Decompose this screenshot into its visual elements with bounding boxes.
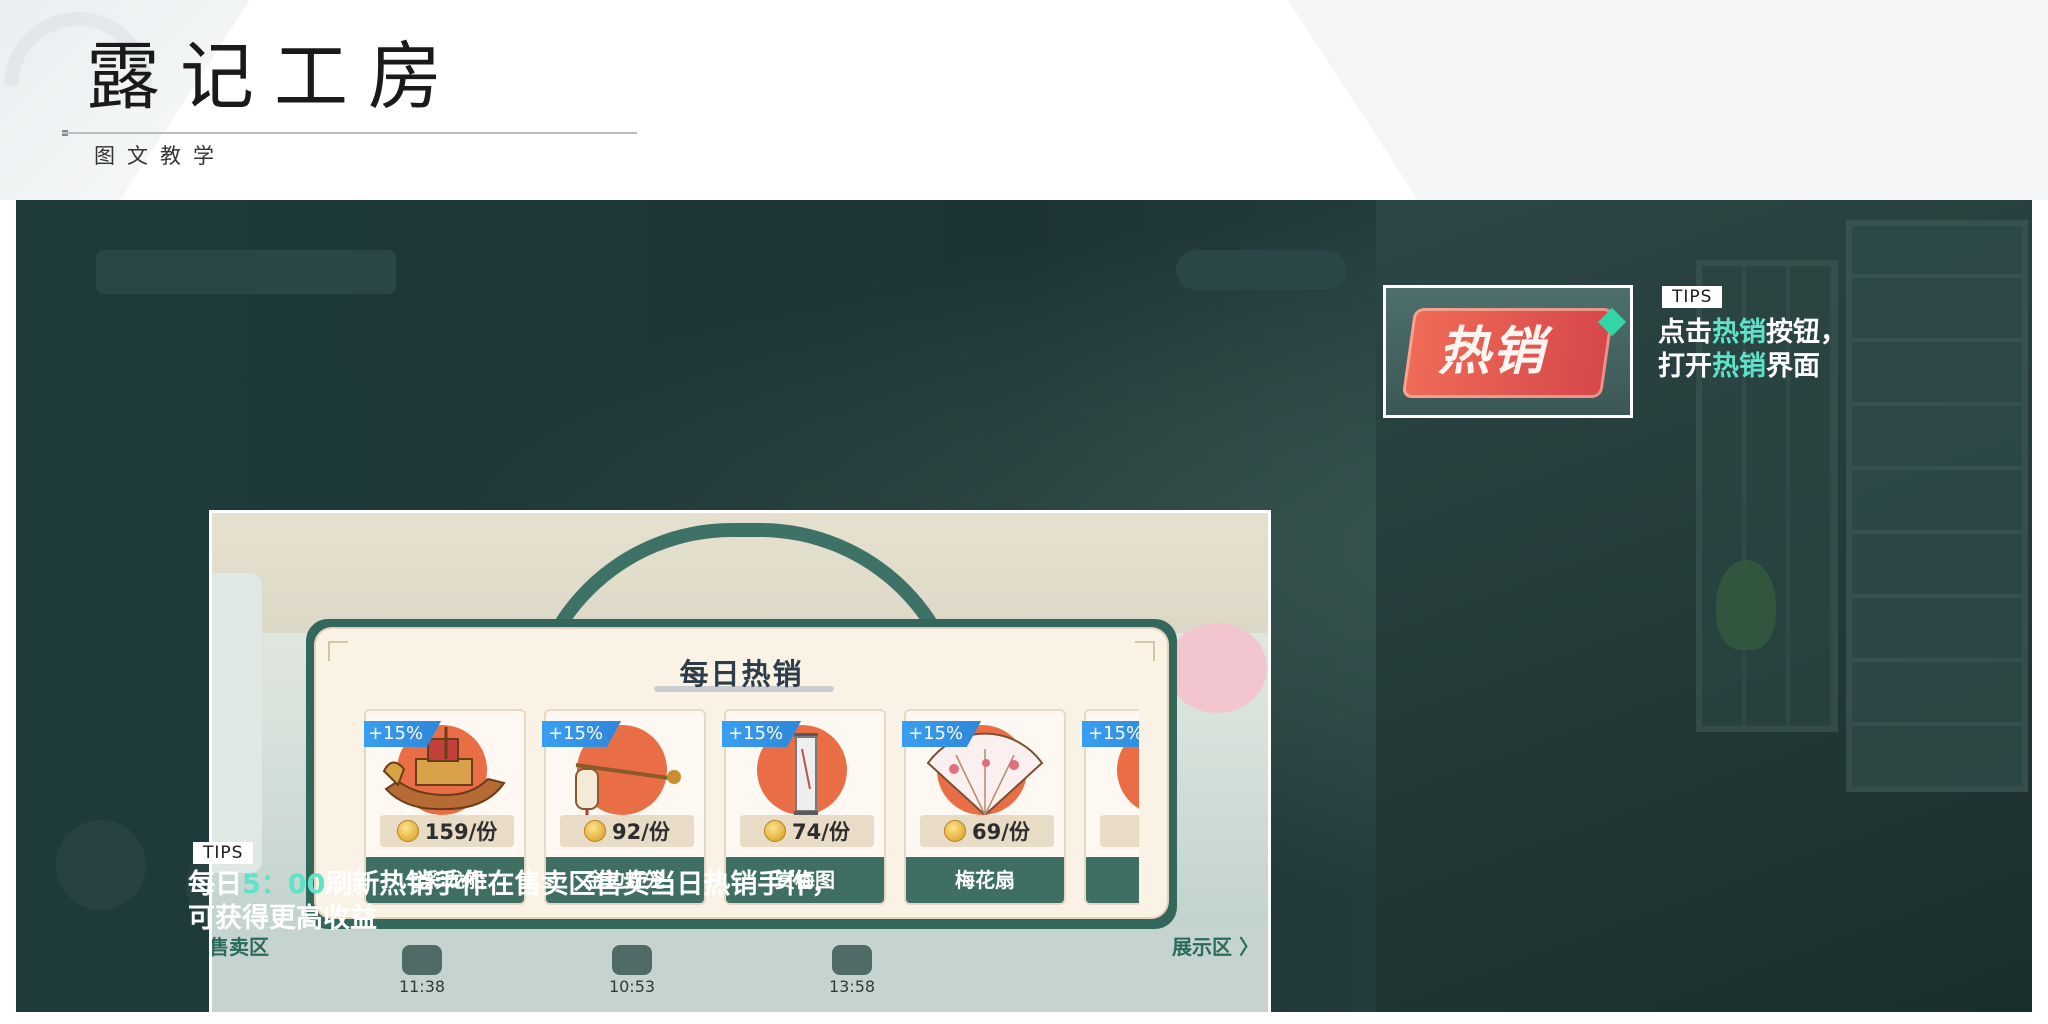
panel-title: 每日热销 [679,657,804,691]
display-area-nav[interactable]: 展示区 〉 [1172,931,1259,960]
page-title: 露记工房 [86,34,462,120]
item-price-text: 74/份 [792,820,850,844]
timer-text: 13:58 [828,977,876,996]
background-back-bar [96,250,396,294]
tip-text: 点击 [1658,317,1712,348]
header-decoration-right [1288,0,2048,200]
timer-text: 11:38 [398,977,446,996]
craft-item-icon [612,945,652,975]
background-currency-bar [1176,250,1346,290]
tip-text: 刷新热销手作在售卖区售卖当日热销手作， [325,869,839,900]
item-price-text: 159/份 [424,820,498,844]
crafting-slot[interactable]: 13:58 [822,945,882,1005]
tip-highlight: 热销 [1712,317,1766,348]
tip-line-1: 点击热销按钮， [1658,316,1847,350]
left-dock [212,573,262,873]
coin-icon [396,820,419,842]
background-circle-button [56,820,146,910]
crafting-timers: 11:38 10:53 13:58 [392,945,992,1005]
item-price: 74/份 [740,815,874,847]
tip-line-2: 可获得更高收益 [188,903,377,934]
tip-line-1: 每日5：00刷新热销手作在售卖区售卖当日热销手作， [188,868,838,902]
tip-text: 每日 [188,869,242,900]
crafting-slot[interactable]: 10:53 [602,945,662,1005]
item-price: 159/份 [380,815,514,847]
timer-text: 10:53 [608,977,656,996]
craft-item-icon [402,945,442,975]
page-header: 露记工房 图文教学 [0,0,2048,200]
coin-icon [764,820,787,842]
tip-highlight: 热销 [1712,351,1766,382]
item-name: 梅花扇 [906,857,1064,903]
tip-text-bottom: 每日5：00刷新热销手作在售卖区售卖当日热销手作， 可获得更高收益 [188,868,838,936]
item-price-text: 69/份 [972,820,1030,844]
title-underline [62,132,637,134]
bonus-badge: +15% [1082,721,1139,747]
background-plant [1716,560,1776,650]
blossom-tree [1167,623,1267,713]
game-screenshot: 每日热销 +15% 159/份 七彩龙船 +15% 92/份 金边灯笼 +15%… [209,510,1271,1012]
item-price: 69/份 [920,815,1054,847]
tips-label-right: TIPS [1662,286,1723,308]
hot-item-card[interactable]: +15% 舞 [1082,709,1139,905]
tip-text: 按钮， [1766,317,1847,348]
item-price: 92/份 [560,815,694,847]
craft-item-icon [832,945,872,975]
page-subtitle: 图文教学 [94,144,226,168]
background-window-right [1846,220,2028,792]
crafting-slot[interactable]: 11:38 [392,945,452,1005]
item-price [1100,815,1139,847]
hot-button-thumbnail: 热销 [1383,285,1633,418]
hot-sale-button-label: 热销 [1437,322,1546,382]
tip-text: 界面 [1766,351,1820,382]
hot-item-card[interactable]: +15% 69/份 梅花扇 [902,709,1066,905]
tip-text: 打开 [1658,351,1712,382]
tip-line-2: 打开热销界面 [1658,350,1847,384]
item-price-text: 92/份 [612,820,670,844]
coin-icon [584,820,607,842]
tip-text-right: 点击热销按钮， 打开热销界面 [1658,316,1847,384]
coin-icon [944,820,967,842]
tips-label-bottom: TIPS [193,842,254,864]
item-name: 舞 [1086,857,1139,903]
tip-highlight-time: 5：00 [242,869,326,900]
